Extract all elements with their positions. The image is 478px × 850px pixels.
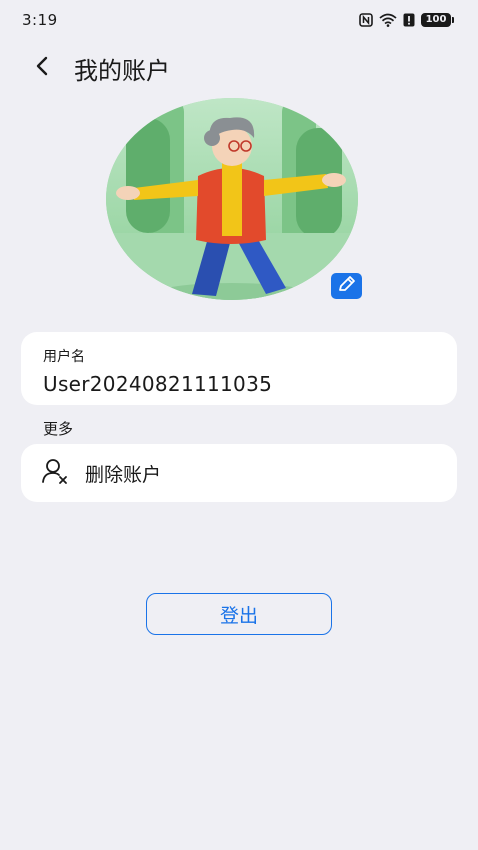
alert-icon <box>403 13 415 27</box>
avatar[interactable] <box>106 98 358 300</box>
delete-account-label: 删除账户 <box>85 463 162 486</box>
delete-account-item[interactable]: 删除账户 <box>21 444 457 502</box>
username-card: 用户名 User20240821111035 <box>21 332 457 405</box>
back-button[interactable] <box>20 46 64 90</box>
status-bar: 3:19 100 <box>0 0 478 40</box>
username-value: User20240821111035 <box>43 372 273 396</box>
pencil-icon <box>337 275 357 297</box>
user-remove-icon <box>41 457 69 489</box>
avatar-illustration <box>106 98 358 300</box>
page-title: 我的账户 <box>74 56 170 85</box>
username-label: 用户名 <box>43 349 85 365</box>
edit-avatar-button[interactable] <box>331 273 362 299</box>
status-icons: 100 <box>359 13 454 27</box>
avatar-container <box>106 98 362 300</box>
app-header: 我的账户 <box>0 46 478 90</box>
logout-button[interactable]: 登出 <box>146 593 332 635</box>
battery-icon: 100 <box>421 13 454 27</box>
more-section-label: 更多 <box>43 420 74 438</box>
chevron-left-icon <box>34 55 50 81</box>
wifi-icon <box>379 13 397 27</box>
battery-level: 100 <box>421 13 451 27</box>
nfc-icon <box>359 13 373 27</box>
status-time: 3:19 <box>22 11 58 29</box>
